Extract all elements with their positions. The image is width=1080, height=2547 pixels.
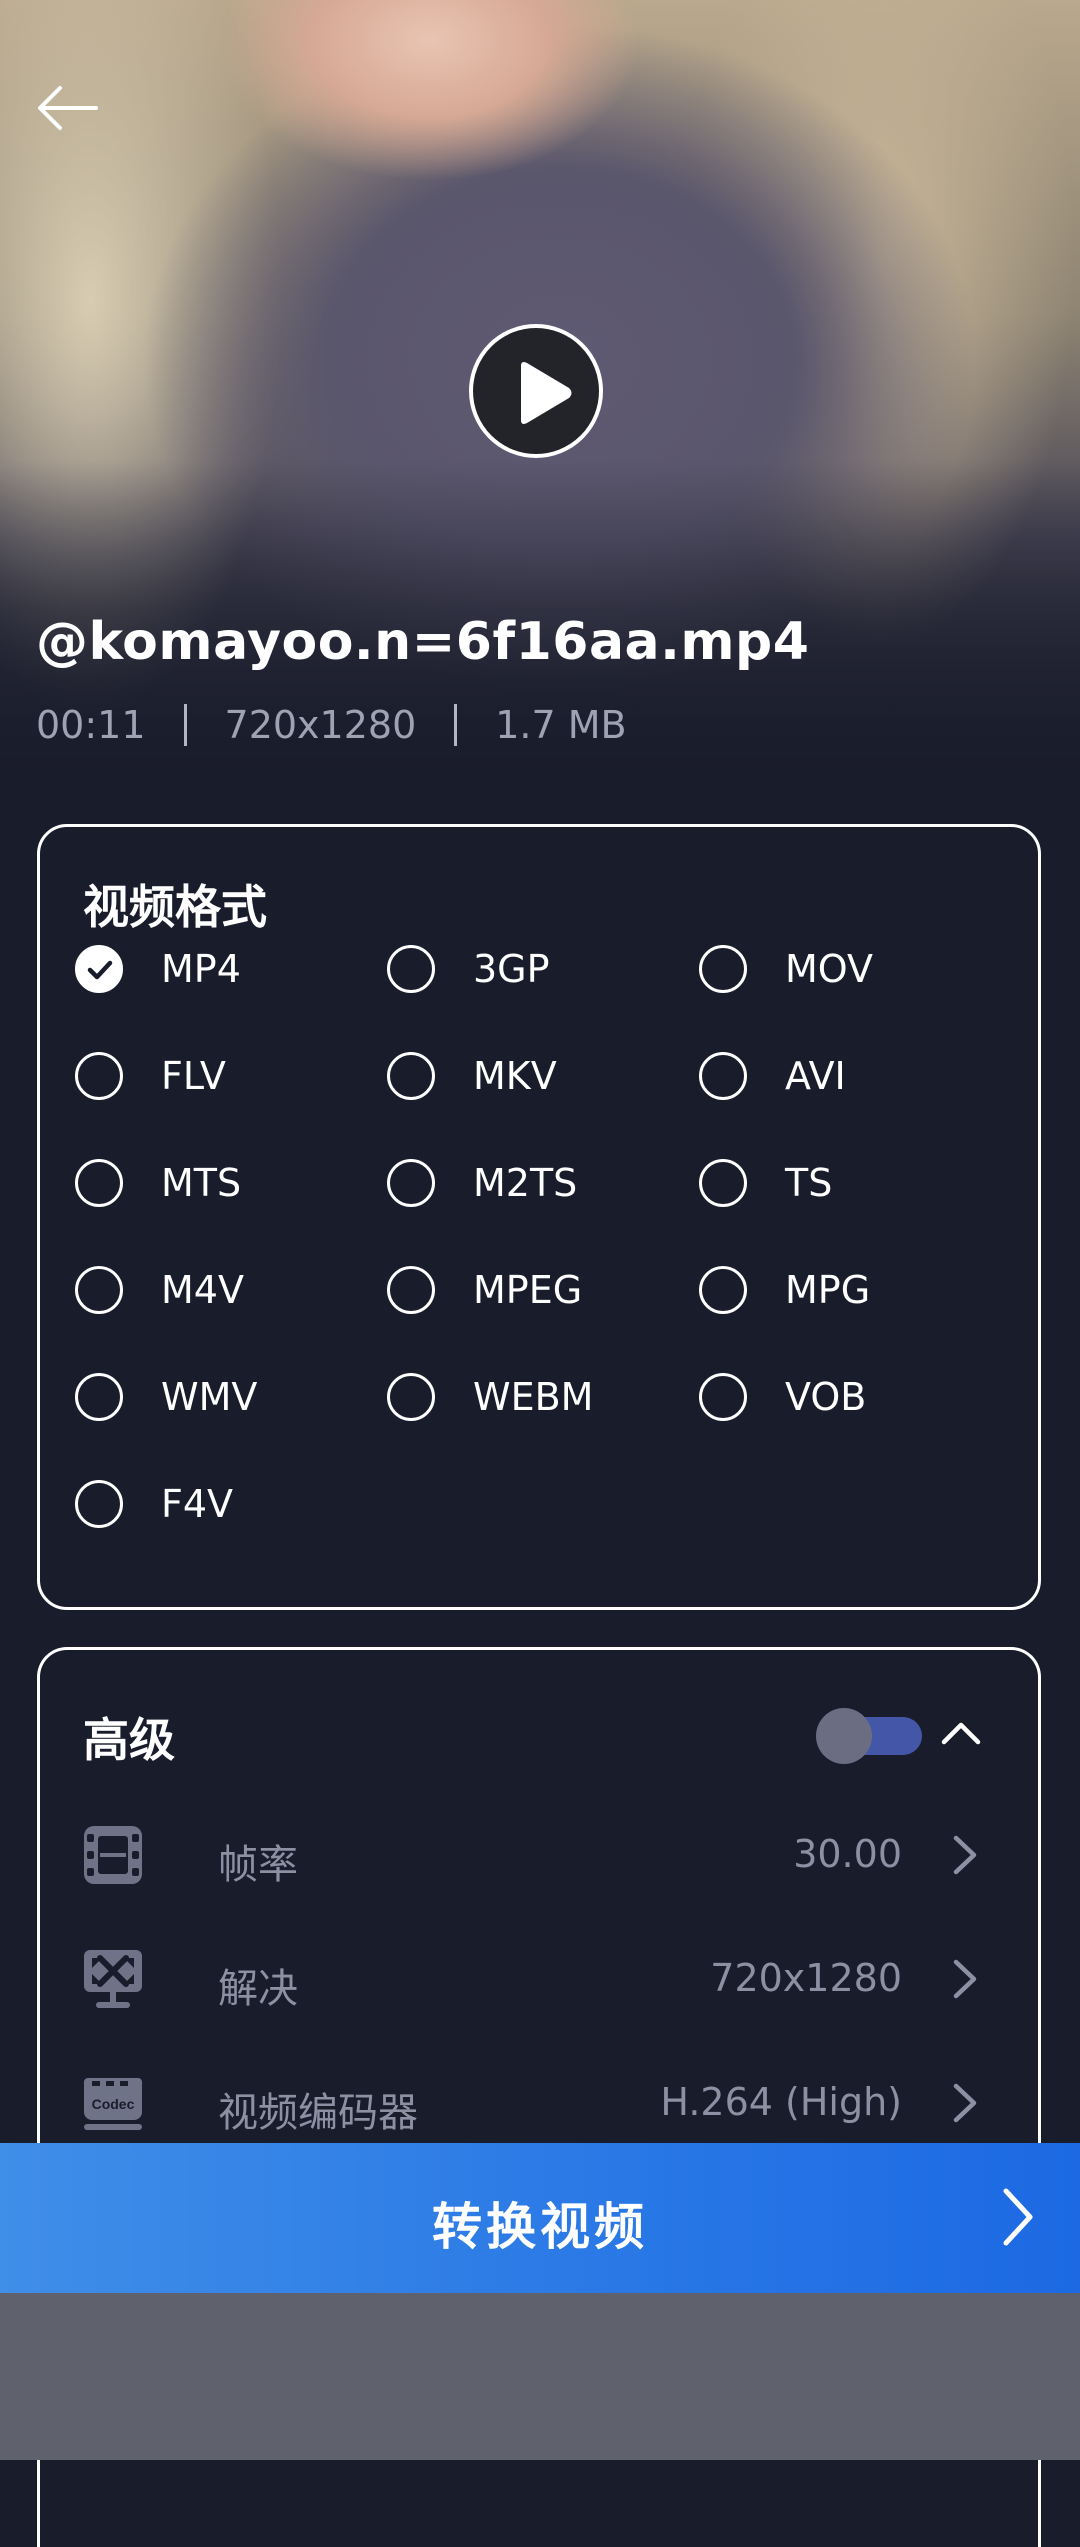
radio-unchecked-icon[interactable]: [75, 1159, 123, 1207]
chevron-right-icon: [953, 2083, 977, 2123]
format-option-mpg[interactable]: MPG: [699, 1263, 870, 1317]
radio-unchecked-icon[interactable]: [699, 945, 747, 993]
format-option-label: AVI: [785, 1054, 846, 1098]
convert-video-button[interactable]: 转换视频: [0, 2143, 1080, 2293]
format-option-label: M2TS: [473, 1161, 578, 1205]
check-icon: [87, 960, 113, 980]
format-option-webm[interactable]: WEBM: [387, 1370, 593, 1424]
chevron-up-icon: [941, 1722, 981, 1745]
format-option-label: WEBM: [473, 1375, 594, 1419]
video-codec-value: H.264 (High): [660, 2080, 902, 2124]
format-option-m4v[interactable]: M4V: [75, 1263, 244, 1317]
film-icon: [84, 1826, 142, 1884]
format-option-label: M4V: [161, 1268, 244, 1312]
format-option-mts[interactable]: MTS: [75, 1156, 241, 1210]
radio-unchecked-icon[interactable]: [387, 1373, 435, 1421]
chevron-right-icon: [953, 1835, 977, 1875]
back-button[interactable]: [32, 78, 102, 138]
format-option-label: MOV: [785, 947, 874, 991]
radio-unchecked-icon[interactable]: [699, 1266, 747, 1314]
video-codec-row[interactable]: Codec 视频编码器 H.264 (High): [80, 2064, 1000, 2144]
radio-unchecked-icon[interactable]: [699, 1052, 747, 1100]
advanced-section-title: 高级: [83, 1713, 175, 1767]
radio-unchecked-icon[interactable]: [387, 1266, 435, 1314]
format-option-mp4[interactable]: MP4: [75, 942, 241, 996]
format-option-label: MPEG: [473, 1268, 583, 1312]
bottom-overlay-area: [0, 2293, 1080, 2460]
resolution-label: 解决: [218, 1966, 298, 2012]
format-option-f4v[interactable]: F4V: [75, 1477, 233, 1531]
codec-icon: Codec: [84, 2078, 142, 2130]
resolution-icon: [84, 1950, 142, 2008]
format-option-mov[interactable]: MOV: [699, 942, 873, 996]
format-option-label: TS: [785, 1161, 833, 1205]
format-option-label: VOB: [785, 1375, 867, 1419]
radio-unchecked-icon[interactable]: [75, 1052, 123, 1100]
chevron-right-icon: [953, 1959, 977, 1999]
format-option-label: F4V: [161, 1482, 234, 1526]
convert-video-label: 转换视频: [432, 2198, 648, 2256]
arrow-left-icon: [38, 86, 98, 130]
collapse-button[interactable]: [938, 1712, 984, 1752]
format-option-label: WMV: [161, 1375, 258, 1419]
radio-unchecked-icon[interactable]: [75, 1266, 123, 1314]
format-option-mkv[interactable]: MKV: [387, 1049, 557, 1103]
frame-rate-label: 帧率: [218, 1842, 298, 1888]
format-option-vob[interactable]: VOB: [699, 1370, 866, 1424]
video-duration: 00:11: [36, 703, 146, 747]
radio-unchecked-icon[interactable]: [387, 945, 435, 993]
format-option-label: MPG: [785, 1268, 871, 1312]
video-preview[interactable]: @komayoo.n=6f16aa.mp4 00:11 720x1280 1.7…: [0, 0, 1080, 790]
format-card: 视频格式 MP4 3GP MOV FLV MKV AVI MTS M2TS TS M4V MPEG M…: [37, 824, 1041, 1610]
frame-rate-value: 30.00: [793, 1832, 902, 1876]
format-option-avi[interactable]: AVI: [699, 1049, 846, 1103]
radio-unchecked-icon[interactable]: [75, 1373, 123, 1421]
meta-divider: [183, 704, 187, 746]
meta-divider: [454, 704, 458, 746]
resolution-row[interactable]: 解决 720x1280: [80, 1940, 1000, 2020]
advanced-toggle[interactable]: [816, 1702, 926, 1764]
video-codec-label: 视频编码器: [218, 2090, 418, 2136]
radio-unchecked-icon[interactable]: [699, 1159, 747, 1207]
format-section-title: 视频格式: [83, 880, 267, 934]
format-option-3gp[interactable]: 3GP: [387, 942, 550, 996]
format-option-label: FLV: [161, 1054, 226, 1098]
format-option-mpeg[interactable]: MPEG: [387, 1263, 582, 1317]
format-option-label: 3GP: [473, 947, 550, 991]
video-resolution: 720x1280: [224, 703, 417, 747]
radio-unchecked-icon[interactable]: [75, 1480, 123, 1528]
play-button[interactable]: [469, 324, 603, 458]
play-icon: [521, 362, 572, 424]
format-option-label: MKV: [473, 1054, 557, 1098]
format-option-wmv[interactable]: WMV: [75, 1370, 257, 1424]
radio-checked-icon[interactable]: [75, 945, 123, 993]
frame-rate-row[interactable]: 帧率 30.00: [80, 1816, 1000, 1896]
video-size: 1.7 MB: [495, 703, 627, 747]
resolution-value: 720x1280: [710, 1956, 902, 2000]
chevron-right-icon: [1003, 2188, 1033, 2246]
radio-unchecked-icon[interactable]: [387, 1159, 435, 1207]
format-option-ts[interactable]: TS: [699, 1156, 832, 1210]
codec-icon-text: Codec: [92, 2096, 135, 2112]
format-option-m2ts[interactable]: M2TS: [387, 1156, 577, 1210]
video-file-name: @komayoo.n=6f16aa.mp4: [36, 612, 810, 672]
radio-unchecked-icon[interactable]: [699, 1373, 747, 1421]
toggle-knob: [816, 1708, 872, 1764]
format-option-flv[interactable]: FLV: [75, 1049, 226, 1103]
video-meta: 00:11 720x1280 1.7 MB: [36, 703, 627, 747]
radio-unchecked-icon[interactable]: [387, 1052, 435, 1100]
format-option-label: MP4: [161, 947, 241, 991]
format-option-label: MTS: [161, 1161, 242, 1205]
